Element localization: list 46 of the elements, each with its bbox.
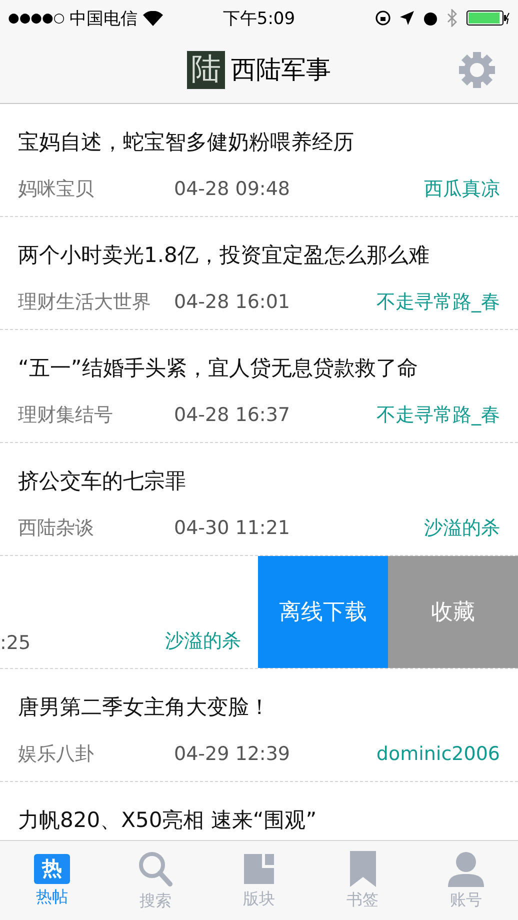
- settings-icon[interactable]: [458, 51, 496, 89]
- tab-bar-item[interactable]: 账号: [414, 841, 518, 920]
- tab-bar-item[interactable]: 热 热帖: [0, 841, 104, 920]
- article-time: 04-30 11:21: [174, 517, 292, 539]
- article-author[interactable]: 沙溢的杀: [165, 628, 241, 654]
- location-icon: [400, 11, 414, 25]
- article-title[interactable]: “五一”结婚手头紧，宜人贷无息贷款救了命: [18, 354, 500, 382]
- article-time: 04-28 16:37: [174, 404, 292, 426]
- bluetooth-icon: [446, 9, 457, 27]
- offline-download-button[interactable]: 离线下载: [258, 556, 388, 668]
- article-source: 娱乐八卦: [18, 742, 95, 767]
- rotation-lock-icon: [374, 10, 391, 26]
- article-title[interactable]: 两个小时卖光1.8亿，投资宜定盈怎么那么难: [18, 241, 500, 269]
- hot-icon: 热: [34, 854, 70, 884]
- carrier-name: 中国电信: [70, 8, 138, 30]
- tab-bar-item[interactable]: 书签: [310, 841, 414, 920]
- article-author[interactable]: 沙溢的杀: [424, 515, 500, 541]
- article-time: 04-28 16:01: [174, 291, 292, 313]
- bookmark-icon: [350, 850, 376, 886]
- status-time: 下午5:09: [222, 8, 296, 30]
- article-author[interactable]: dominic2006: [376, 743, 500, 765]
- person-icon: [448, 850, 484, 886]
- grid-icon: [242, 852, 276, 886]
- tab-bar-item[interactable]: 版块: [207, 841, 311, 920]
- tab-bar-item[interactable]: 搜索: [104, 841, 208, 920]
- favorite-button[interactable]: 收藏: [388, 556, 518, 668]
- article-time: :25: [0, 632, 32, 654]
- article-title[interactable]: 唐男第二季女主角大变脸！: [18, 693, 500, 721]
- article-title[interactable]: 力帆820、X50亮相 速来“围观”: [18, 806, 500, 834]
- battery-icon: [466, 10, 510, 26]
- article-author[interactable]: 西瓜真凉: [424, 176, 500, 202]
- article-source: 妈咪宝贝: [18, 177, 95, 202]
- search-icon: [137, 850, 174, 888]
- signal-strength: ●●●●○: [8, 10, 65, 26]
- article-title[interactable]: 挤公交车的七宗罪: [18, 467, 500, 495]
- article-title[interactable]: 宝妈自述，蛇宝智多健奶粉喂养经历: [18, 128, 500, 156]
- article-time: 04-29 12:39: [174, 743, 292, 765]
- app-title: 西陆军事: [231, 54, 331, 86]
- article-source: 理财生活大世界: [18, 290, 152, 315]
- article-source: 西陆杂谈: [18, 516, 95, 541]
- app-logo: 陆: [187, 50, 225, 88]
- article-source: 理财集结号: [18, 403, 114, 428]
- article-time: 04-28 09:48: [174, 178, 292, 200]
- wifi-icon: [142, 10, 163, 26]
- article-author[interactable]: 不走寻常路_春: [376, 402, 500, 428]
- article-author[interactable]: 不走寻常路_春: [376, 289, 500, 315]
